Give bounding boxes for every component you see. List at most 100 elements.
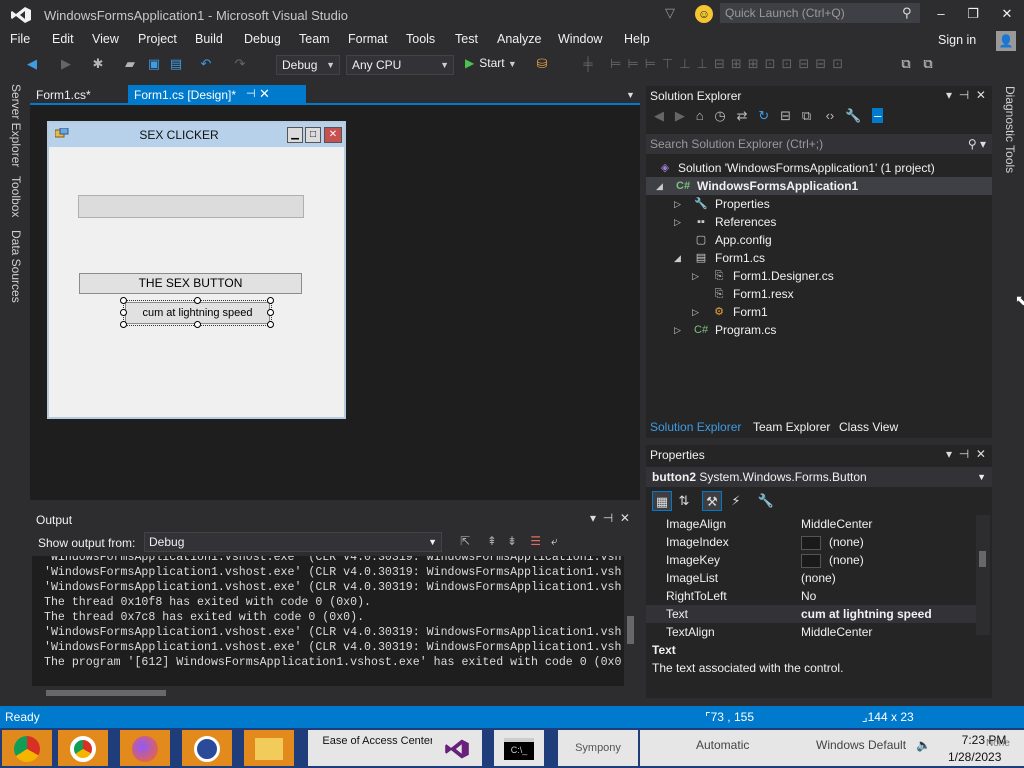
output-text[interactable]: 'WindowsFormsApplication1.vshost.exe' (C… — [32, 556, 624, 686]
tab-class-view[interactable]: Class View — [839, 420, 898, 434]
menu-file[interactable]: File — [10, 32, 30, 46]
resize-handle[interactable] — [194, 297, 201, 304]
collapsed-arrow-icon[interactable]: ▷ — [692, 267, 699, 285]
scrollbar-thumb[interactable] — [627, 616, 634, 644]
bring-to-front-icon[interactable]: ⧉ — [898, 56, 914, 72]
taskbar-app-visual-studio[interactable] — [432, 730, 482, 766]
form-close-button[interactable]: ✕ — [324, 127, 342, 143]
resize-handle[interactable] — [267, 297, 274, 304]
new-project-icon[interactable]: ✱ — [90, 56, 106, 72]
tray-windows-default[interactable]: Windows Default — [816, 738, 906, 752]
solution-search-input[interactable]: Search Solution Explorer (Ctrl+;) ⚲ ▾ — [646, 134, 992, 154]
start-debugging-button[interactable]: ▶ Start ▼ — [465, 56, 517, 70]
forward-icon[interactable]: ▶ — [58, 56, 74, 72]
menu-help[interactable]: Help — [624, 32, 650, 46]
menu-team[interactable]: Team — [299, 32, 330, 46]
notification-filter-icon[interactable]: ▽ — [665, 5, 679, 21]
menu-view[interactable]: View — [92, 32, 119, 46]
taskbar-app-chrome-canary[interactable] — [2, 730, 52, 766]
tree-item-program-cs[interactable]: ▷ C# Program.cs — [646, 321, 992, 339]
sign-in-link[interactable]: Sign in — [938, 33, 976, 47]
tray-automatic[interactable]: Automatic — [696, 738, 749, 752]
tree-item-form1-designer[interactable]: ▷ ⎘ Form1.Designer.cs — [646, 267, 992, 285]
clock-date[interactable]: 1/28/2023 — [948, 750, 1001, 764]
diagnostic-tools-tab[interactable]: Diagnostic Tools — [1003, 86, 1017, 173]
go-to-line-icon[interactable]: ⇱ — [460, 534, 470, 548]
scrollbar-thumb[interactable] — [46, 690, 166, 696]
close-icon[interactable]: ✕ — [976, 447, 986, 461]
taskbar-app-chrome[interactable] — [58, 730, 108, 766]
refresh-icon[interactable]: ↻ — [758, 108, 769, 123]
open-folder-icon[interactable]: ▰ — [122, 56, 138, 72]
tree-item-form1-class[interactable]: ▷ ⚙ Form1 — [646, 303, 992, 321]
chevron-down-icon[interactable]: ▾ — [946, 447, 952, 461]
menu-tools[interactable]: Tools — [406, 32, 435, 46]
menu-debug[interactable]: Debug — [244, 32, 281, 46]
taskbar-app-opera[interactable] — [182, 730, 232, 766]
tab-form1-cs[interactable]: Form1.cs* — [30, 85, 126, 105]
tree-item-references[interactable]: ▷ ▪▪ References — [646, 213, 992, 231]
categorized-icon[interactable]: ▦ — [652, 491, 672, 511]
sync-icon[interactable]: ⇄ — [737, 108, 748, 123]
redo-icon[interactable]: ↷ — [232, 56, 248, 72]
property-row[interactable]: ImageIndex (none) — [646, 533, 976, 551]
clock-time[interactable]: 7:23 PM — [956, 733, 1012, 747]
collapsed-arrow-icon[interactable]: ▷ — [674, 213, 681, 231]
view-code-icon[interactable]: ‹› — [826, 108, 835, 123]
save-icon[interactable]: ▣ — [146, 56, 162, 72]
tab-solution-explorer[interactable]: Solution Explorer — [650, 420, 741, 434]
property-value[interactable]: cum at lightning speed — [801, 605, 932, 623]
designer-form-window[interactable]: SEX CLICKER ▁ □ ✕ THE SEX BUTTON cum at … — [47, 121, 346, 419]
taskbar-app-command-prompt[interactable]: C:\_ — [494, 730, 544, 766]
taskbar-app-file-explorer[interactable] — [244, 730, 294, 766]
clear-all-icon[interactable]: ☰ — [530, 534, 541, 548]
word-wrap-icon[interactable]: ⤶ — [551, 534, 558, 548]
menu-test[interactable]: Test — [455, 32, 478, 46]
undo-icon[interactable]: ↶ — [198, 56, 214, 72]
search-icon[interactable]: ⚲ — [902, 5, 912, 21]
tab-form1-design[interactable]: Form1.cs [Design]* ⊣ ✕ — [128, 85, 306, 105]
tree-item-project[interactable]: ◢ C# WindowsFormsApplication1 — [646, 177, 992, 195]
property-row[interactable]: RightToLeft No — [646, 587, 976, 605]
preview-selected-icon[interactable]: – — [872, 108, 884, 123]
taskbar-app-firefox[interactable] — [120, 730, 170, 766]
resize-handle[interactable] — [120, 309, 127, 316]
collapsed-arrow-icon[interactable]: ▷ — [674, 321, 681, 339]
progress-bar[interactable] — [78, 195, 304, 218]
close-icon[interactable]: ✕ — [259, 86, 270, 102]
sex-button[interactable]: THE SEX BUTTON — [79, 273, 302, 294]
properties-wrench-icon[interactable]: 🔧 — [845, 108, 861, 123]
property-row[interactable]: TextAlign MiddleCenter — [646, 623, 976, 641]
taskbar-app-symphony[interactable]: Sympony — [558, 730, 638, 766]
back-icon[interactable]: ◀ — [654, 108, 664, 123]
pin-icon[interactable]: ⊣ — [959, 88, 969, 102]
property-row[interactable]: ImageAlign MiddleCenter — [646, 515, 976, 533]
resize-handle[interactable] — [194, 321, 201, 328]
collapsed-arrow-icon[interactable]: ▷ — [692, 303, 699, 321]
property-row[interactable]: ImageList (none) — [646, 569, 976, 587]
tree-item-app-config[interactable]: ▢ App.config — [646, 231, 992, 249]
properties-view-icon[interactable]: ⚒ — [702, 491, 722, 511]
output-horizontal-scrollbar[interactable] — [32, 686, 624, 700]
expanded-arrow-icon[interactable]: ◢ — [674, 249, 681, 267]
pin-icon[interactable]: ⊣ — [246, 87, 256, 100]
back-icon[interactable]: ◀ — [24, 56, 40, 72]
expanded-arrow-icon[interactable]: ◢ — [656, 177, 663, 195]
tree-item-form1-cs[interactable]: ◢ ▤ Form1.cs — [646, 249, 992, 267]
taskbar-app-ease-of-access[interactable]: Ease of Access Center — [308, 730, 448, 766]
menu-project[interactable]: Project — [138, 32, 177, 46]
close-icon[interactable]: ✕ — [976, 88, 986, 102]
property-row-selected[interactable]: Text cum at lightning speed — [646, 605, 976, 623]
pin-icon[interactable]: ⊣ — [603, 511, 613, 525]
menu-analyze[interactable]: Analyze — [497, 32, 541, 46]
quick-launch-input[interactable]: Quick Launch (Ctrl+Q) — [720, 3, 920, 23]
menu-window[interactable]: Window — [558, 32, 602, 46]
send-to-back-icon[interactable]: ⧉ — [920, 56, 936, 72]
property-row[interactable]: ImageKey (none) — [646, 551, 976, 569]
history-icon[interactable]: ◷ — [714, 108, 725, 123]
resize-handle[interactable] — [120, 321, 127, 328]
resize-handle[interactable] — [267, 321, 274, 328]
form-minimize-button[interactable]: ▁ — [287, 127, 303, 143]
chevron-down-icon[interactable]: ▾ — [590, 511, 596, 525]
volume-icon[interactable]: 🔈 — [916, 738, 931, 752]
